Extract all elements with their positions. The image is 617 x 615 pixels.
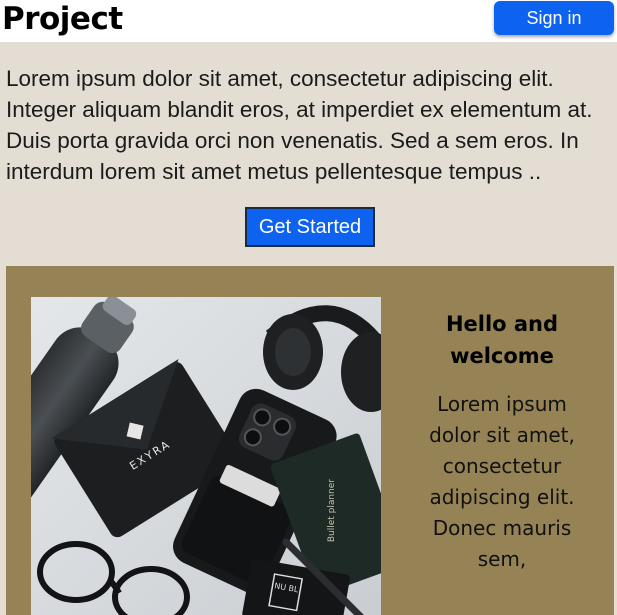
intro-text: Lorem ipsum dolor sit amet, consectetur … (6, 66, 593, 184)
get-started-button[interactable]: Get Started (245, 207, 375, 247)
notebook-text: Bullet planner (327, 479, 337, 542)
feature-title: Hello and welcome (445, 312, 559, 368)
header: Project Sign in (0, 0, 617, 42)
page: Project Sign in Lorem ipsum dolor sit am… (0, 0, 617, 615)
feature-body: Lorem ipsum dolor sit amet, consectetur … (429, 392, 575, 571)
feature-photo: EXYRA Bullet planner NU BL (31, 297, 381, 615)
feature-section: EXYRA Bullet planner NU BL Hello and wel… (6, 266, 614, 615)
brand-title[interactable]: Project (2, 0, 123, 39)
flatlay-image: EXYRA Bullet planner NU BL (31, 297, 381, 615)
feature-text-block: Hello and welcome Lorem ipsum dolor sit … (416, 308, 588, 575)
sign-in-button[interactable]: Sign in (494, 1, 614, 35)
